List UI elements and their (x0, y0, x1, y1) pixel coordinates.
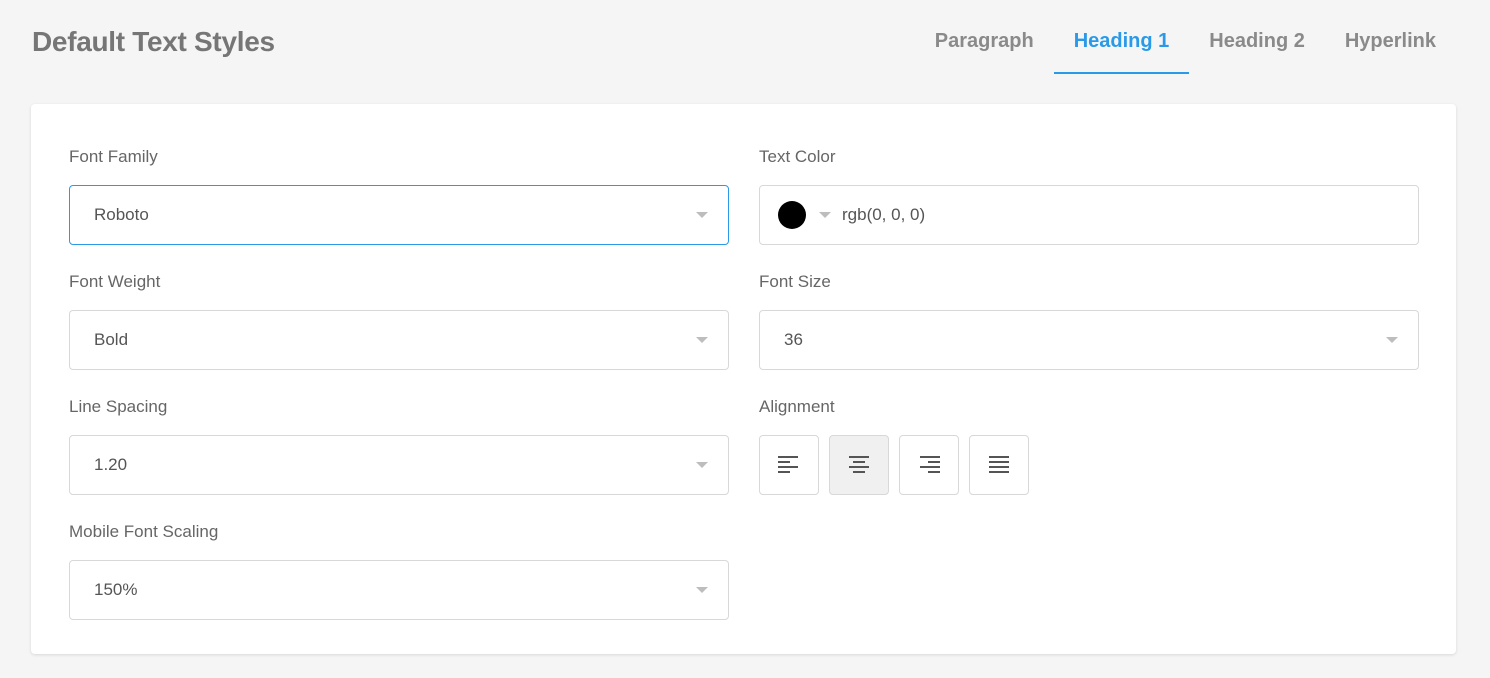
mobile-font-scaling-select[interactable]: 150% (69, 560, 729, 620)
mobile-font-scaling-value: 150% (94, 580, 138, 599)
font-weight-field: Font Weight Bold (69, 269, 729, 370)
font-family-label: Font Family (69, 147, 158, 166)
chevron-down-icon (696, 462, 708, 468)
font-family-select[interactable]: Roboto (69, 185, 729, 245)
align-justify-icon (989, 456, 1009, 473)
tab-hyperlink[interactable]: Hyperlink (1325, 22, 1456, 74)
mobile-font-scaling-label: Mobile Font Scaling (69, 522, 219, 541)
chevron-down-icon (696, 587, 708, 593)
tab-bar: Paragraph Heading 1 Heading 2 Hyperlink (915, 22, 1456, 74)
line-spacing-value: 1.20 (94, 455, 128, 474)
chevron-down-icon (1386, 337, 1398, 343)
font-size-select[interactable]: 36 (759, 310, 1419, 370)
line-spacing-field: Line Spacing 1.20 (69, 394, 729, 495)
line-spacing-label: Line Spacing (69, 397, 168, 416)
tab-heading-2[interactable]: Heading 2 (1189, 22, 1325, 74)
settings-card: Font Family Roboto Text Color rgb(0, 0, … (31, 104, 1456, 654)
font-family-value: Roboto (94, 205, 149, 224)
font-size-label: Font Size (759, 272, 831, 291)
align-center-icon (849, 456, 869, 473)
tab-paragraph[interactable]: Paragraph (915, 22, 1054, 74)
font-size-value: 36 (784, 330, 803, 349)
mobile-font-scaling-field: Mobile Font Scaling 150% (69, 519, 729, 620)
alignment-group (759, 435, 1419, 495)
font-size-field: Font Size 36 (759, 269, 1419, 370)
text-color-picker[interactable]: rgb(0, 0, 0) (759, 185, 1419, 245)
color-swatch[interactable] (778, 201, 806, 229)
align-right-button[interactable] (899, 435, 959, 495)
tab-heading-1[interactable]: Heading 1 (1053, 22, 1190, 74)
text-color-value: rgb(0, 0, 0) (842, 205, 926, 224)
align-left-button[interactable] (759, 435, 819, 495)
chevron-down-icon (696, 212, 708, 218)
align-justify-button[interactable] (969, 435, 1029, 495)
page-title: Default Text Styles (32, 26, 275, 57)
chevron-down-icon[interactable] (819, 212, 831, 218)
alignment-label: Alignment (759, 397, 835, 416)
text-color-field: Text Color rgb(0, 0, 0) (759, 144, 1419, 245)
chevron-down-icon (696, 337, 708, 343)
line-spacing-select[interactable]: 1.20 (69, 435, 729, 495)
font-weight-value: Bold (94, 330, 129, 349)
align-right-icon (920, 456, 940, 473)
alignment-field: Alignment (759, 394, 1419, 495)
text-color-label: Text Color (759, 147, 836, 166)
align-left-icon (778, 456, 798, 473)
font-family-field: Font Family Roboto (69, 144, 729, 245)
font-weight-label: Font Weight (69, 272, 161, 291)
align-center-button[interactable] (829, 435, 889, 495)
font-weight-select[interactable]: Bold (69, 310, 729, 370)
